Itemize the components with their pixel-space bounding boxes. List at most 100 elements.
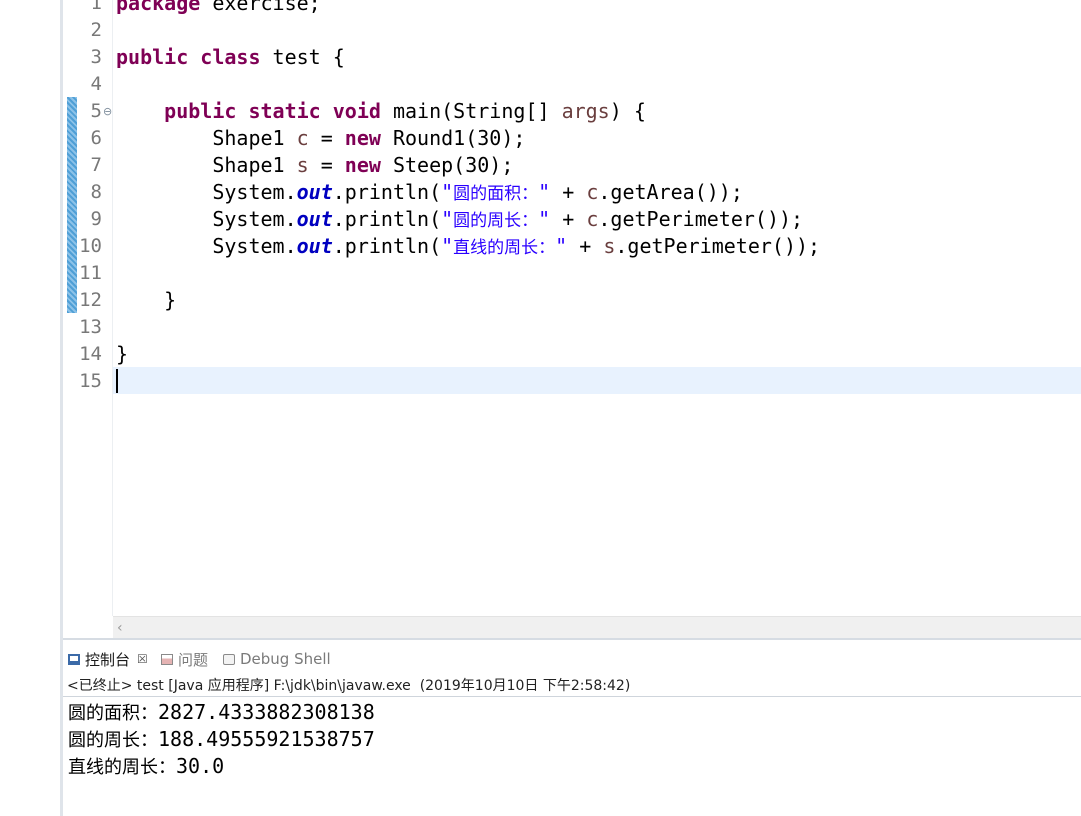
output-label: 圆的面积： [68, 703, 158, 724]
code-line-10[interactable]: System.out.println("直线的周长：" + s.getPerim… [116, 233, 820, 262]
code-keyword: package [116, 0, 201, 15]
tab-label: 问题 [178, 650, 209, 669]
code-text: test { [260, 45, 345, 69]
code-keyword: new [344, 126, 381, 150]
code-text: Shape1 [212, 126, 297, 150]
code-text: .getPerimeter()); [598, 207, 804, 231]
java-editor[interactable]: 1 2 3 4 5 ⊖ 6 7 8 9 10 11 12 13 14 15 pa… [63, 0, 1081, 640]
code-variable: c [586, 180, 599, 204]
line-number: 11 [79, 262, 102, 284]
line-number: 3 [90, 46, 102, 68]
code-variable: c [586, 207, 599, 231]
code-text: Shape1 [212, 153, 297, 177]
code-string: 直线的周长： [453, 238, 556, 258]
console-status-line: <已终止> test [Java 应用程序] F:\jdk\bin\javaw.… [67, 678, 631, 694]
line-number: 13 [79, 316, 102, 338]
line-number: 1 [90, 0, 102, 14]
line-number: 4 [90, 73, 102, 95]
code-line-8[interactable]: System.out.println("圆的面积：" + c.getArea()… [116, 179, 743, 208]
horizontal-scrollbar[interactable]: ‹ [113, 616, 1081, 639]
code-keyword: public [164, 99, 237, 123]
code-static-field: out [296, 180, 333, 204]
close-icon[interactable]: ☒ [137, 652, 148, 666]
editor-bottom-border [63, 638, 1081, 640]
tab-label: Debug Shell [240, 650, 331, 668]
code-text: .println( [332, 180, 442, 204]
code-string: 圆的面积： [453, 184, 539, 204]
code-line-9[interactable]: System.out.println("圆的周长：" + c.getPerime… [116, 206, 803, 235]
gutter-divider [112, 0, 113, 616]
code-string: " [441, 180, 454, 204]
debug-shell-icon [223, 653, 235, 665]
output-value: 188.49555921538757 [158, 727, 375, 751]
line-number: 8 [90, 181, 102, 203]
code-line-1[interactable]: package exercise; [116, 0, 321, 17]
fold-collapse-icon[interactable]: ⊖ [103, 98, 112, 125]
code-text: .println( [332, 234, 442, 258]
problems-icon [161, 653, 173, 665]
tab-console[interactable]: 控制台 ☒ [68, 642, 148, 676]
line-number: 7 [90, 154, 102, 176]
tab-problems[interactable]: 问题 [161, 642, 208, 676]
code-keyword: new [344, 153, 381, 177]
code-line-12[interactable]: } [116, 287, 176, 314]
console-output-line[interactable]: 圆的周长：188.49555921538757 [68, 726, 375, 754]
line-number: 2 [90, 19, 102, 41]
scroll-left-arrow-icon[interactable]: ‹ [117, 617, 123, 639]
code-string: " [441, 234, 454, 258]
tab-debug-shell[interactable]: Debug Shell [223, 642, 331, 676]
code-text: System. [212, 180, 297, 204]
line-number: 10 [79, 235, 102, 257]
code-keyword: public [116, 45, 189, 69]
code-text: Round1(30); [380, 126, 526, 150]
console-output-line[interactable]: 圆的面积：2827.4333882308138 [68, 699, 375, 727]
output-value: 2827.4333882308138 [158, 700, 375, 724]
code-text: System. [212, 234, 297, 258]
code-text: + [550, 180, 587, 204]
code-text: .getArea()); [598, 180, 743, 204]
console-view: 控制台 ☒ 问题 Debug Shell <已终止> test [Java 应用… [63, 642, 1081, 816]
code-line-14[interactable]: } [116, 341, 128, 368]
console-output-line[interactable]: 直线的周长：30.0 [68, 753, 224, 781]
code-text: + [567, 234, 604, 258]
output-label: 直线的周长： [68, 757, 176, 778]
code-text: ) { [609, 99, 646, 123]
code-keyword: static [248, 99, 321, 123]
code-string: " [538, 180, 551, 204]
current-line-highlight [113, 367, 1081, 394]
code-keyword: class [200, 45, 261, 69]
code-line-3[interactable]: public class test { [116, 44, 345, 71]
code-line-5[interactable]: public static void main(String[] args) { [116, 98, 646, 125]
code-keyword: void [332, 99, 381, 123]
code-variable: s [296, 153, 309, 177]
text-cursor [116, 369, 118, 393]
tab-label: 控制台 [85, 650, 131, 669]
console-tab-bar: 控制台 ☒ 问题 Debug Shell [63, 642, 1081, 676]
code-text: main(String[] [380, 99, 562, 123]
line-number: 6 [90, 127, 102, 149]
code-line-6[interactable]: Shape1 c = new Round1(30); [116, 125, 525, 152]
code-static-field: out [296, 207, 333, 231]
code-line-7[interactable]: Shape1 s = new Steep(30); [116, 152, 513, 179]
output-label: 圆的周长： [68, 730, 158, 751]
code-text: .println( [332, 207, 442, 231]
console-divider [63, 696, 1081, 697]
line-number: 9 [90, 208, 102, 230]
code-string: " [441, 207, 454, 231]
code-string: " [555, 234, 568, 258]
output-value: 30.0 [176, 754, 225, 778]
line-number: 14 [79, 343, 102, 365]
code-string: 圆的周长： [453, 211, 539, 231]
code-text: = [308, 153, 345, 177]
code-text: + [550, 207, 587, 231]
line-number: 12 [79, 289, 102, 311]
code-variable: c [296, 126, 309, 150]
code-string: " [538, 207, 551, 231]
code-variable: s [603, 234, 616, 258]
